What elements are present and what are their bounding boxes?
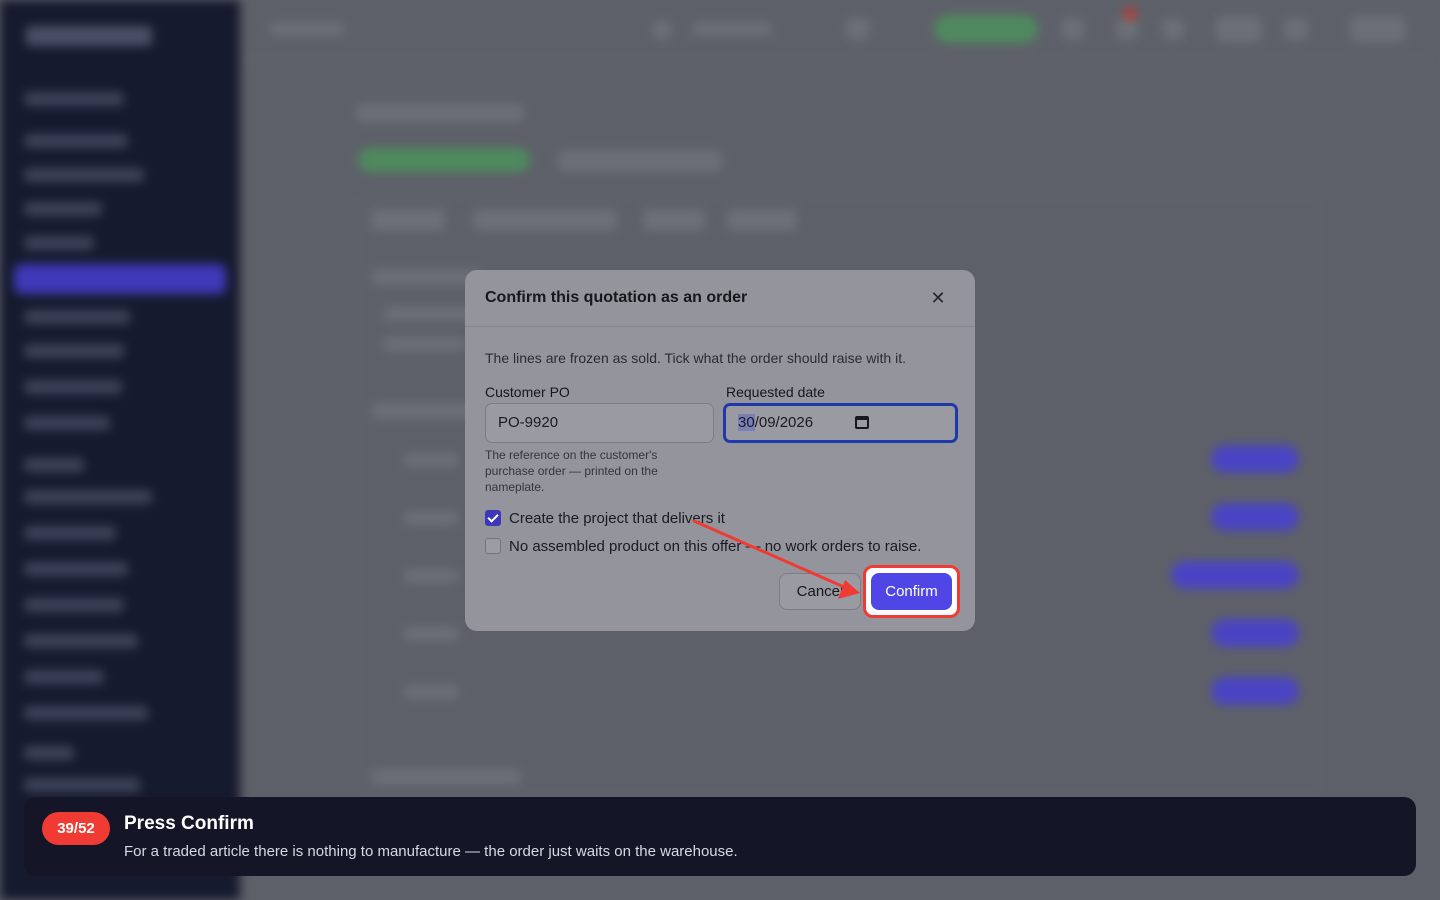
sidebar-item: [24, 310, 130, 324]
user-menu: [1350, 16, 1406, 42]
topbar: [240, 0, 1440, 60]
requested-date-input[interactable]: 30/09/2026: [723, 403, 958, 443]
customer-po-hint: The reference on the customer's purchase…: [485, 448, 658, 494]
status-badge: [358, 148, 530, 172]
no-assembled-checkbox[interactable]: [485, 538, 501, 554]
customer-po-input[interactable]: PO-9920: [485, 403, 714, 443]
tab: [371, 209, 445, 231]
date-rest-segment: /09/2026: [754, 414, 814, 431]
sidebar-item: [24, 634, 138, 648]
row-label: [403, 511, 459, 525]
dialog-header: Confirm this quotation as an order ✕: [465, 270, 975, 327]
toolbar-button: [1216, 16, 1262, 42]
breadcrumb: [270, 22, 344, 36]
page-subtitle: [558, 150, 722, 172]
cancel-button[interactable]: Cancel: [779, 573, 861, 610]
close-icon[interactable]: ✕: [929, 289, 947, 307]
sidebar-item-active: [14, 264, 226, 294]
row-label: [403, 569, 459, 583]
tab: [473, 209, 617, 231]
row-label: [403, 685, 459, 699]
confirm-order-dialog: Confirm this quotation as an order ✕ The…: [465, 270, 975, 631]
sidebar-item: [24, 344, 124, 358]
customer-po-value: PO-9920: [498, 414, 559, 431]
notification-dot: [1124, 8, 1136, 20]
sidebar-item: [24, 778, 140, 792]
sidebar-item: [24, 416, 110, 430]
create-project-option[interactable]: Create the project that delivers it: [485, 509, 725, 527]
tour-step-panel: 39/52 Press Confirm For a traded article…: [24, 797, 1416, 876]
row-label: [403, 453, 459, 467]
toolbar-icon: [1062, 18, 1084, 40]
row-action: [1211, 677, 1299, 705]
toolbar-icon: [1284, 18, 1308, 40]
no-assembled-label: No assembled product on this offer — no …: [509, 537, 922, 555]
sidebar-item: [24, 706, 148, 720]
status-pill: [934, 15, 1038, 43]
confirm-highlight-ring: Confirm: [863, 565, 960, 618]
sidebar-item: [24, 202, 102, 216]
customer-po-label: Customer PO: [485, 384, 570, 400]
shortcut-badge: [846, 18, 870, 40]
calendar-icon[interactable]: [855, 416, 869, 429]
bell-icon: [1116, 18, 1138, 40]
create-project-checkbox[interactable]: [485, 510, 501, 526]
dialog-title: Confirm this quotation as an order: [485, 289, 748, 306]
tab: [643, 209, 705, 231]
sidebar-section: [24, 746, 74, 760]
sidebar-item: [24, 526, 116, 540]
toolbar-icon: [1162, 18, 1184, 40]
requested-date-label: Requested date: [726, 384, 825, 400]
row-action: [1211, 503, 1299, 531]
back-link: [356, 104, 524, 122]
sidebar-item: [24, 92, 124, 106]
row-action: [1211, 445, 1299, 473]
sidebar-section: [24, 458, 84, 472]
sidebar: [0, 0, 240, 900]
date-day-segment: 30: [738, 414, 755, 431]
app-logo: [26, 26, 152, 46]
tour-step-title: Press Confirm: [124, 813, 254, 834]
sidebar-item: [24, 670, 104, 684]
row-action: [1211, 619, 1299, 647]
row-action: [1171, 561, 1299, 589]
step-counter-badge: 39/52: [42, 812, 110, 845]
sidebar-item: [24, 598, 124, 612]
sidebar-item: [24, 562, 128, 576]
sidebar-item: [24, 168, 144, 182]
dialog-intro: The lines are frozen as sold. Tick what …: [485, 350, 906, 366]
sidebar-item: [24, 380, 122, 394]
create-project-label: Create the project that delivers it: [509, 509, 725, 527]
tab: [727, 209, 797, 231]
sidebar-item: [24, 236, 94, 250]
search-placeholder: [692, 22, 772, 36]
confirm-button[interactable]: Confirm: [871, 573, 952, 610]
sidebar-item: [24, 490, 152, 504]
section-heading: [371, 769, 521, 785]
tour-step-text: For a traded article there is nothing to…: [124, 843, 738, 860]
search-icon: [652, 20, 672, 40]
sidebar-item: [24, 134, 128, 148]
no-assembled-option[interactable]: No assembled product on this offer — no …: [485, 537, 921, 555]
text-line: [383, 337, 467, 351]
row-label: [403, 627, 459, 641]
